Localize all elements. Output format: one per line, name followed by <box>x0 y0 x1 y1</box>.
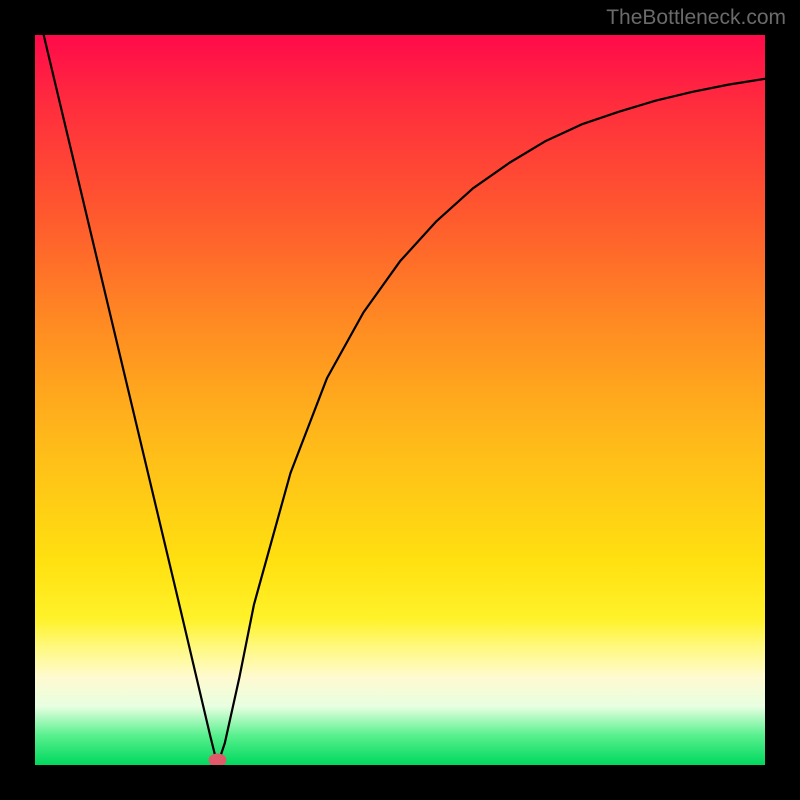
curve-layer <box>35 35 765 765</box>
bottleneck-curve <box>35 35 765 765</box>
plot-area <box>35 35 765 765</box>
attribution-label: TheBottleneck.com <box>606 6 786 30</box>
chart-frame: TheBottleneck.com <box>0 0 800 800</box>
minimum-marker <box>209 754 227 766</box>
